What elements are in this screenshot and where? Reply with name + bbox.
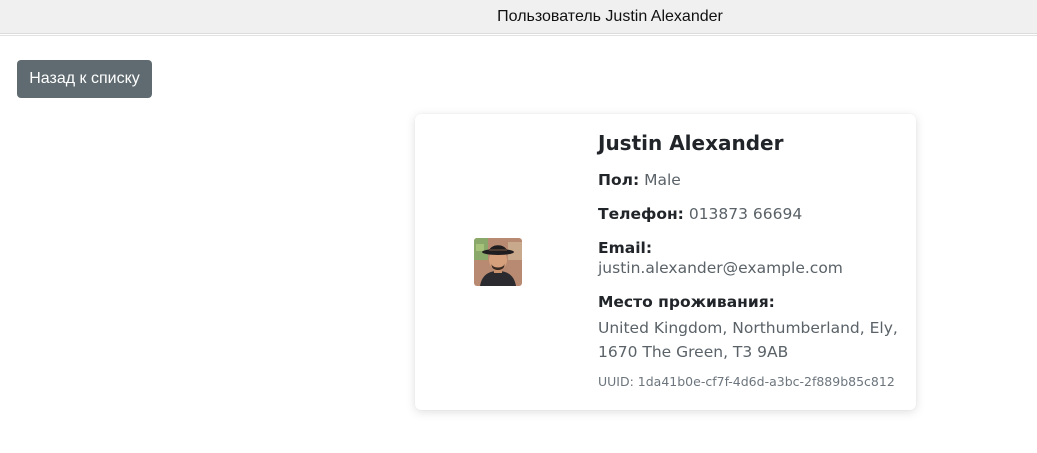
top-bar: Пользователь Justin Alexander xyxy=(0,0,1037,34)
location-label: Место проживания: xyxy=(598,293,775,311)
back-to-list-button[interactable]: Назад к списку xyxy=(17,60,152,98)
avatar xyxy=(474,238,522,286)
location-line-1: United Kingdom, Northumberland, Ely, xyxy=(598,319,898,337)
gender-label: Пол: xyxy=(598,171,640,189)
gender-field: Пол: Male xyxy=(598,170,898,190)
user-uuid: UUID: 1da41b0e-cf7f-4d6d-a3bc-2f889b85c8… xyxy=(598,374,895,389)
user-name: Justin Alexander xyxy=(598,131,784,155)
user-photo-icon xyxy=(474,238,522,286)
phone-label: Телефон: xyxy=(598,205,684,223)
header-divider xyxy=(0,35,1037,36)
user-card: Justin Alexander Пол: Male Телефон: 0138… xyxy=(415,114,916,410)
location-value: United Kingdom, Northumberland, Ely, 167… xyxy=(598,316,898,364)
location-line-2: 1670 The Green, T3 9AB xyxy=(598,343,789,361)
email-field: Email: justin.alexander@example.com xyxy=(598,238,898,278)
location-field: Место проживания: United Kingdom, Northu… xyxy=(598,292,898,364)
email-value: justin.alexander@example.com xyxy=(598,259,843,277)
phone-field: Телефон: 013873 66694 xyxy=(598,204,898,224)
phone-value: 013873 66694 xyxy=(688,205,803,223)
email-label: Email: xyxy=(598,239,653,257)
gender-value: Male xyxy=(644,171,681,189)
page-title: Пользователь Justin Alexander xyxy=(497,8,723,25)
user-info: Justin Alexander Пол: Male Телефон: 0138… xyxy=(598,130,898,364)
